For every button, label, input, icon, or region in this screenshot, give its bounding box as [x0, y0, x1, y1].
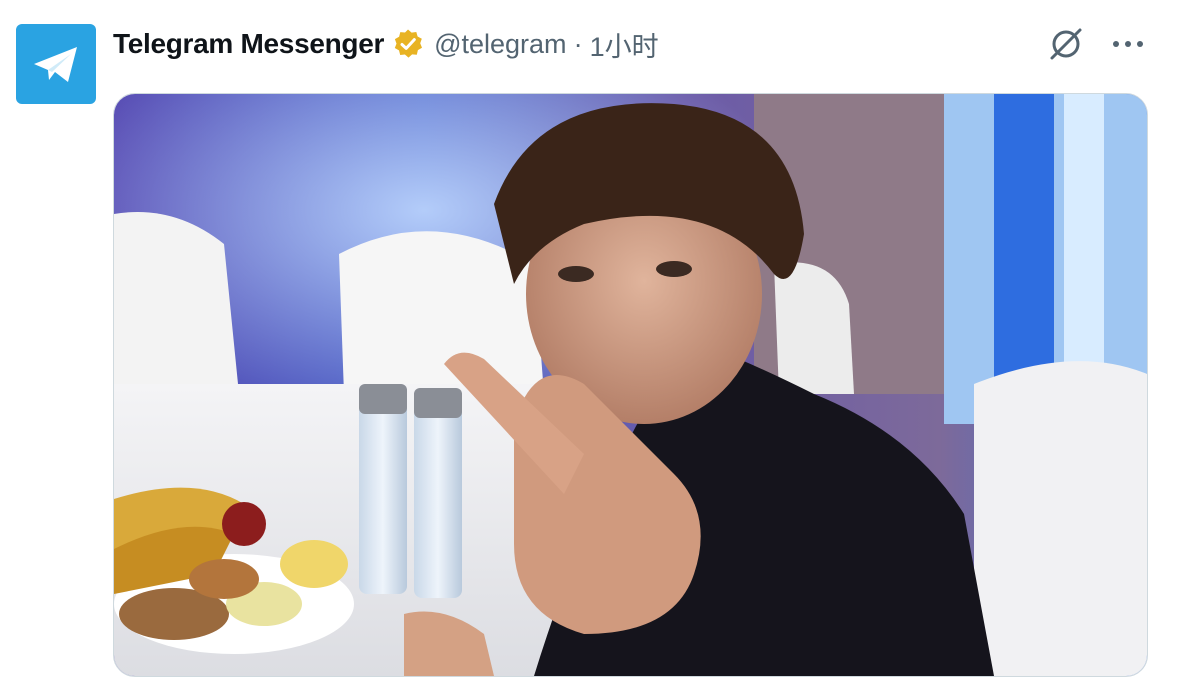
tweet-photo[interactable]	[113, 93, 1148, 677]
timestamp[interactable]: 1小时	[590, 25, 659, 64]
more-options-icon[interactable]	[1108, 24, 1148, 64]
tweet-actions	[1046, 24, 1148, 64]
author-handle[interactable]: @telegram	[434, 29, 566, 60]
grok-icon[interactable]	[1046, 24, 1086, 64]
author-name[interactable]: Telegram Messenger	[113, 28, 384, 60]
telegram-paper-plane-icon	[34, 47, 77, 82]
tweet-header: Telegram Messenger @telegram · 1小时	[113, 26, 659, 62]
avatar[interactable]	[16, 24, 96, 104]
verified-badge-icon[interactable]	[392, 28, 424, 60]
header-separator: ·	[573, 28, 583, 59]
tweet: Telegram Messenger @telegram · 1小时	[0, 0, 1178, 698]
